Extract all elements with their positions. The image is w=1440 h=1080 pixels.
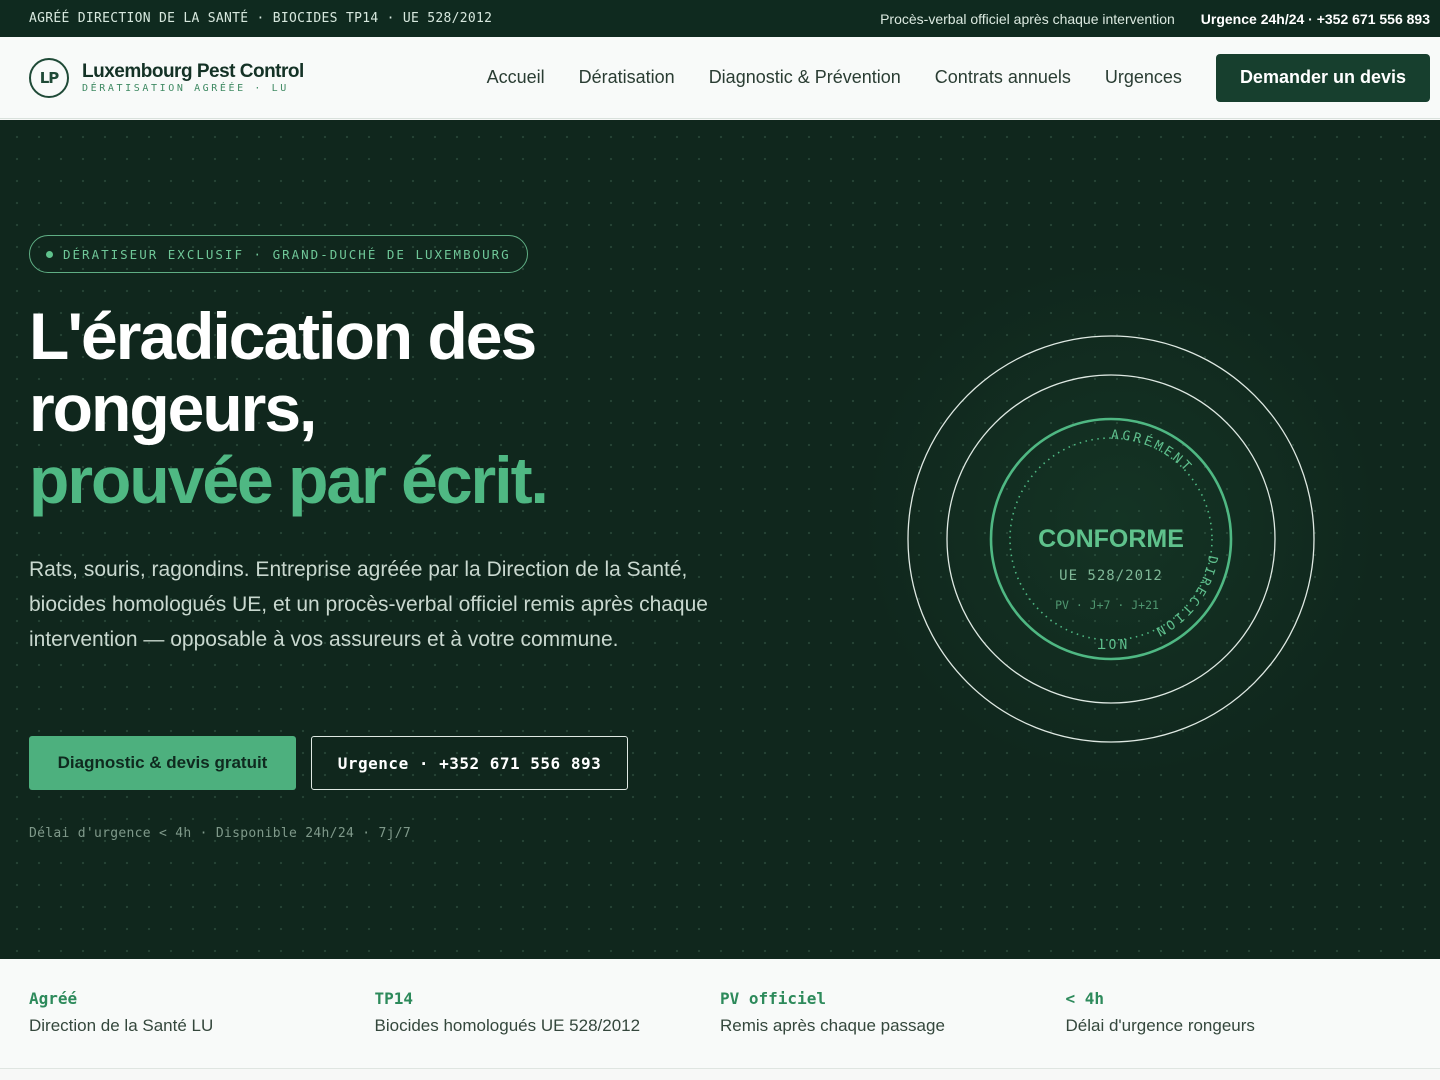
topbar-right: Procès-verbal officiel après chaque inte… bbox=[880, 11, 1430, 27]
feature-item: TP14 Biocides homologués UE 528/2012 bbox=[375, 959, 721, 1068]
feature-value: Remis après chaque passage bbox=[720, 1016, 945, 1035]
feature-item: PV officiel Remis après chaque passage bbox=[720, 959, 1066, 1068]
urgent-phone-link[interactable]: Urgence 24h/24 · +352 671 556 893 bbox=[1201, 11, 1430, 27]
feature-item: < 4h Délai d'urgence rongeurs bbox=[1066, 959, 1412, 1068]
brand-logo-link[interactable]: LP Luxembourg Pest Control DÉRATISATION … bbox=[29, 57, 304, 98]
brand-tagline: DÉRATISATION AGRÉÉE · LU bbox=[82, 82, 289, 94]
hero-badge: DÉRATISEUR EXCLUSIF · GRAND-DUCHÉ DE LUX… bbox=[29, 235, 528, 273]
nav-link-deratisation[interactable]: Dératisation bbox=[579, 67, 675, 88]
seal-arc-bottom: NOT bbox=[1095, 635, 1127, 650]
brand-name: Luxembourg Pest Control bbox=[82, 60, 304, 82]
seal-arc-right: DIRECTION bbox=[1151, 554, 1220, 640]
hero-section: DÉRATISEUR EXCLUSIF · GRAND-DUCHÉ DE LUX… bbox=[0, 120, 1440, 959]
seal-steps: PV · J+7 · J+21 bbox=[1055, 598, 1159, 612]
seal-regulation: UE 528/2012 bbox=[1059, 568, 1163, 584]
nav-link-urgences[interactable]: Urgences bbox=[1105, 67, 1182, 88]
hero-availability-note: Délai d'urgence < 4h · Disponible 24h/24… bbox=[29, 826, 411, 841]
report-note: Procès-verbal officiel après chaque inte… bbox=[880, 10, 1175, 27]
free-diagnostic-button[interactable]: Diagnostic & devis gratuit bbox=[29, 736, 296, 790]
feature-value: Biocides homologués UE 528/2012 bbox=[374, 1016, 641, 1035]
emergency-call-button[interactable]: Urgence · +352 671 556 893 bbox=[311, 736, 628, 790]
feature-key: < 4h bbox=[1065, 989, 1105, 1008]
hero-title-accent: prouvée par écrit. bbox=[29, 443, 549, 517]
hero-description: Rats, souris, ragondins. Entreprise agré… bbox=[29, 558, 708, 651]
feature-value: Direction de la Santé LU bbox=[29, 1016, 214, 1035]
feature-value: Délai d'urgence rongeurs bbox=[1065, 1016, 1255, 1035]
logo-mark-icon: LP bbox=[29, 57, 69, 98]
feature-key: Agréé bbox=[29, 989, 78, 1008]
nav-link-diagnostic[interactable]: Diagnostic & Prévention bbox=[709, 67, 901, 88]
brand-text: Luxembourg Pest Control DÉRATISATION AGR… bbox=[82, 60, 304, 94]
feature-key: PV officiel bbox=[720, 989, 826, 1008]
badge-dot-icon bbox=[46, 250, 53, 258]
features-bar: Agréé Direction de la Santé LU TP14 Bioc… bbox=[0, 959, 1440, 1069]
compliance-seal-icon: AGRÉMENT DIRECTION NOT CONFORME UE 528/2… bbox=[907, 335, 1315, 743]
hero-title-main: L'éradication des rongeurs, bbox=[29, 299, 537, 445]
nav-link-contrats[interactable]: Contrats annuels bbox=[935, 67, 1071, 88]
hero-badge-text: DÉRATISEUR EXCLUSIF · GRAND-DUCHÉ DE LUX… bbox=[63, 246, 511, 262]
top-info-bar: AGRÉÉ DIRECTION DE LA SANTÉ · BIOCIDES T… bbox=[0, 0, 1440, 37]
hero-title: L'éradication des rongeurs, prouvée par … bbox=[29, 300, 789, 516]
nav-link-accueil[interactable]: Accueil bbox=[487, 67, 545, 88]
site-header: LP Luxembourg Pest Control DÉRATISATION … bbox=[0, 37, 1440, 119]
main-nav: Accueil Dératisation Diagnostic & Préven… bbox=[487, 67, 1182, 88]
seal-arc-top: AGRÉMENT bbox=[1111, 428, 1196, 476]
feature-item: Agréé Direction de la Santé LU bbox=[29, 959, 375, 1068]
seal-main-text: CONFORME bbox=[1038, 525, 1184, 553]
feature-key: TP14 bbox=[374, 989, 414, 1008]
accreditation-strip: AGRÉÉ DIRECTION DE LA SANTÉ · BIOCIDES T… bbox=[29, 11, 493, 26]
request-quote-button[interactable]: Demander un devis bbox=[1215, 53, 1430, 102]
